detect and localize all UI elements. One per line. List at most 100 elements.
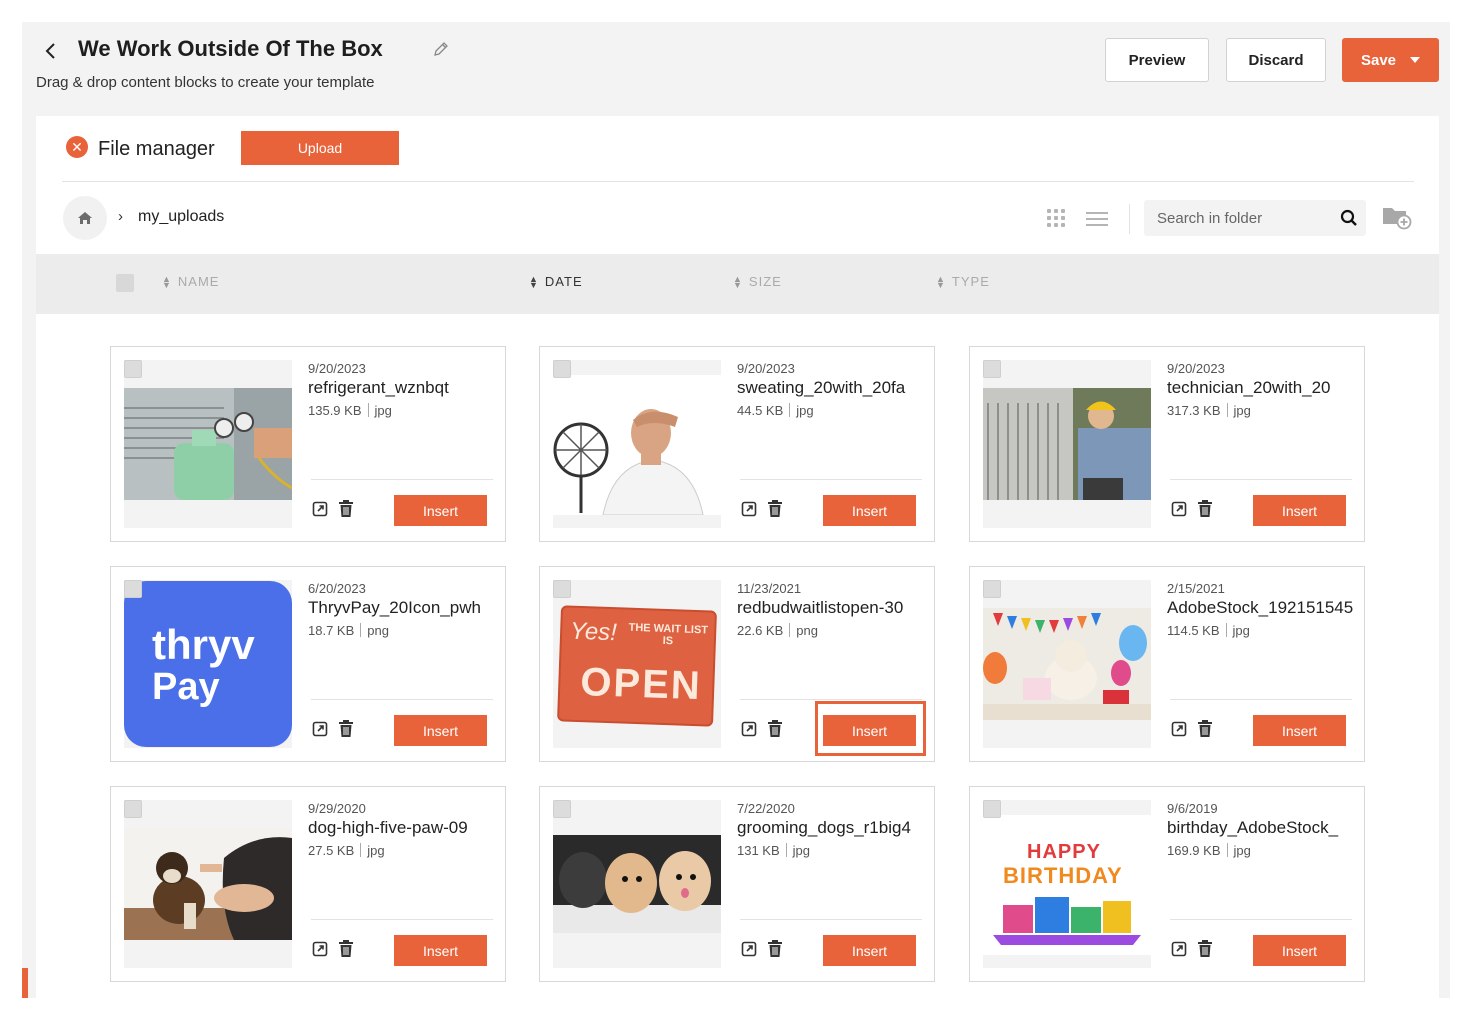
file-name: birthday_AdobeStock_ <box>1167 818 1339 837</box>
search-icon[interactable] <box>1340 209 1358 227</box>
trash-icon[interactable] <box>767 940 783 958</box>
thumbnail-image <box>124 828 292 940</box>
preview-button[interactable]: Preview <box>1105 38 1209 82</box>
divider <box>311 919 493 920</box>
trash-icon[interactable] <box>338 500 354 518</box>
file-checkbox[interactable] <box>983 360 1001 378</box>
file-date: 9/6/2019 <box>1167 801 1218 816</box>
trash-icon[interactable] <box>1197 940 1213 958</box>
file-type: jpg <box>367 843 385 858</box>
thumb-text: OPEN <box>579 660 703 709</box>
sort-size-column[interactable]: ▲ ▼ SIZE <box>733 274 782 289</box>
thumbnail-image <box>983 608 1151 720</box>
file-date: 9/20/2023 <box>737 361 795 376</box>
caret-down-icon[interactable] <box>1410 57 1421 63</box>
open-external-icon[interactable] <box>1171 941 1187 957</box>
divider <box>740 919 922 920</box>
app-frame: We Work Outside Of The Box Drag & drop c… <box>22 22 1450 998</box>
insert-button[interactable]: Insert <box>394 495 487 526</box>
thumb-text: HAPPY <box>1027 841 1101 863</box>
file-card[interactable]: Yes! THE WAIT LIST IS OPEN 11/23/2021 re… <box>539 566 935 762</box>
sort-date-column[interactable]: ▲ ▼ DATE <box>529 274 583 289</box>
close-icon[interactable]: ✕ <box>66 136 88 158</box>
trash-icon[interactable] <box>338 940 354 958</box>
insert-button[interactable]: Insert <box>823 495 916 526</box>
thumbnail-image: Yes! THE WAIT LIST IS OPEN <box>557 605 717 727</box>
file-card[interactable]: 7/22/2020 grooming_dogs_r1big4 131 KB jp… <box>539 786 935 982</box>
file-size: 22.6 KB <box>737 623 784 638</box>
file-checkbox[interactable] <box>983 580 1001 598</box>
select-all-checkbox[interactable] <box>116 274 134 292</box>
search-box <box>1144 200 1366 236</box>
file-card[interactable]: 9/20/2023 technician_20with_20 317.3 KB … <box>969 346 1365 542</box>
back-arrow-icon[interactable] <box>40 40 62 62</box>
insert-button[interactable]: Insert <box>1253 935 1346 966</box>
file-type: jpg <box>1233 843 1251 858</box>
trash-icon[interactable] <box>338 720 354 738</box>
file-date: 7/22/2020 <box>737 801 795 816</box>
insert-button[interactable]: Insert <box>1253 715 1346 746</box>
breadcrumb-folder[interactable]: my_uploads <box>138 208 224 226</box>
open-external-icon[interactable] <box>312 501 328 517</box>
file-checkbox[interactable] <box>124 800 142 818</box>
insert-button[interactable]: Insert <box>823 715 916 746</box>
upload-button[interactable]: Upload <box>241 131 399 165</box>
file-size: 317.3 KB <box>1167 403 1221 418</box>
insert-button[interactable]: Insert <box>1253 495 1346 526</box>
file-checkbox[interactable] <box>553 580 571 598</box>
file-card[interactable]: 2/15/2021 AdobeStock_192151545 114.5 KB … <box>969 566 1365 762</box>
open-external-icon[interactable] <box>741 721 757 737</box>
thumbnail-image <box>124 388 292 500</box>
trash-icon[interactable] <box>1197 500 1213 518</box>
left-accent-bar <box>22 968 28 998</box>
file-card[interactable]: 9/29/2020 dog-high-five-paw-09 27.5 KB j… <box>110 786 506 982</box>
file-type: jpg <box>1233 403 1251 418</box>
open-external-icon[interactable] <box>312 721 328 737</box>
file-card[interactable]: 9/20/2023 sweating_20with_20fa 44.5 KB j… <box>539 346 935 542</box>
open-external-icon[interactable] <box>741 501 757 517</box>
grid-view-icon[interactable] <box>1047 209 1065 227</box>
save-button[interactable]: Save <box>1342 38 1439 82</box>
open-external-icon[interactable] <box>1171 721 1187 737</box>
file-checkbox[interactable] <box>124 360 142 378</box>
file-checkbox[interactable] <box>983 800 1001 818</box>
discard-button[interactable]: Discard <box>1226 38 1326 82</box>
file-name: technician_20with_20 <box>1167 378 1331 397</box>
file-name: sweating_20with_20fa <box>737 378 906 397</box>
sort-type-column[interactable]: ▲ ▼ TYPE <box>936 274 990 289</box>
file-card[interactable]: HAPPY BIRTHDAY 9/6/2019 birthday_AdobeSt… <box>969 786 1365 982</box>
trash-icon[interactable] <box>767 720 783 738</box>
file-checkbox[interactable] <box>553 800 571 818</box>
column-label: DATE <box>544 274 583 289</box>
file-size: 44.5 KB <box>737 403 784 418</box>
sort-icon: ▲ ▼ <box>162 273 172 290</box>
divider <box>311 479 493 480</box>
new-folder-icon[interactable] <box>1382 204 1412 230</box>
open-external-icon[interactable] <box>312 941 328 957</box>
search-input[interactable] <box>1144 200 1334 236</box>
file-checkbox[interactable] <box>124 580 142 598</box>
thumb-text: Yes! <box>569 617 618 647</box>
file-card[interactable]: 9/20/2023 refrigerant_wznbqt 135.9 KB jp… <box>110 346 506 542</box>
insert-button[interactable]: Insert <box>823 935 916 966</box>
file-date: 9/29/2020 <box>308 801 366 816</box>
edit-pencil-icon[interactable] <box>432 40 450 63</box>
insert-button[interactable]: Insert <box>394 935 487 966</box>
open-external-icon[interactable] <box>741 941 757 957</box>
chevron-right-icon: › <box>118 208 123 225</box>
insert-button[interactable]: Insert <box>394 715 487 746</box>
sort-name-column[interactable]: ▲ ▼ NAME <box>162 274 219 289</box>
open-external-icon[interactable] <box>1171 501 1187 517</box>
list-view-icon[interactable] <box>1086 212 1108 226</box>
column-header-row: ▲ ▼ NAME ▲ ▼ DATE ▲ ▼ SIZE ▲ ▼ TYPE <box>36 254 1439 314</box>
trash-icon[interactable] <box>767 500 783 518</box>
file-date: 11/23/2021 <box>737 581 802 596</box>
page-header: We Work Outside Of The Box Drag & drop c… <box>22 22 1450 116</box>
file-checkbox[interactable] <box>553 360 571 378</box>
home-icon[interactable] <box>63 196 107 240</box>
divider <box>1170 479 1352 480</box>
file-manager-panel: ✕ File manager Upload › my_uploads ▲▼ <box>36 116 1439 998</box>
trash-icon[interactable] <box>1197 720 1213 738</box>
file-card[interactable]: thryv Pay 6/20/2023 ThryvPay_20Icon_pwh … <box>110 566 506 762</box>
divider <box>740 479 922 480</box>
